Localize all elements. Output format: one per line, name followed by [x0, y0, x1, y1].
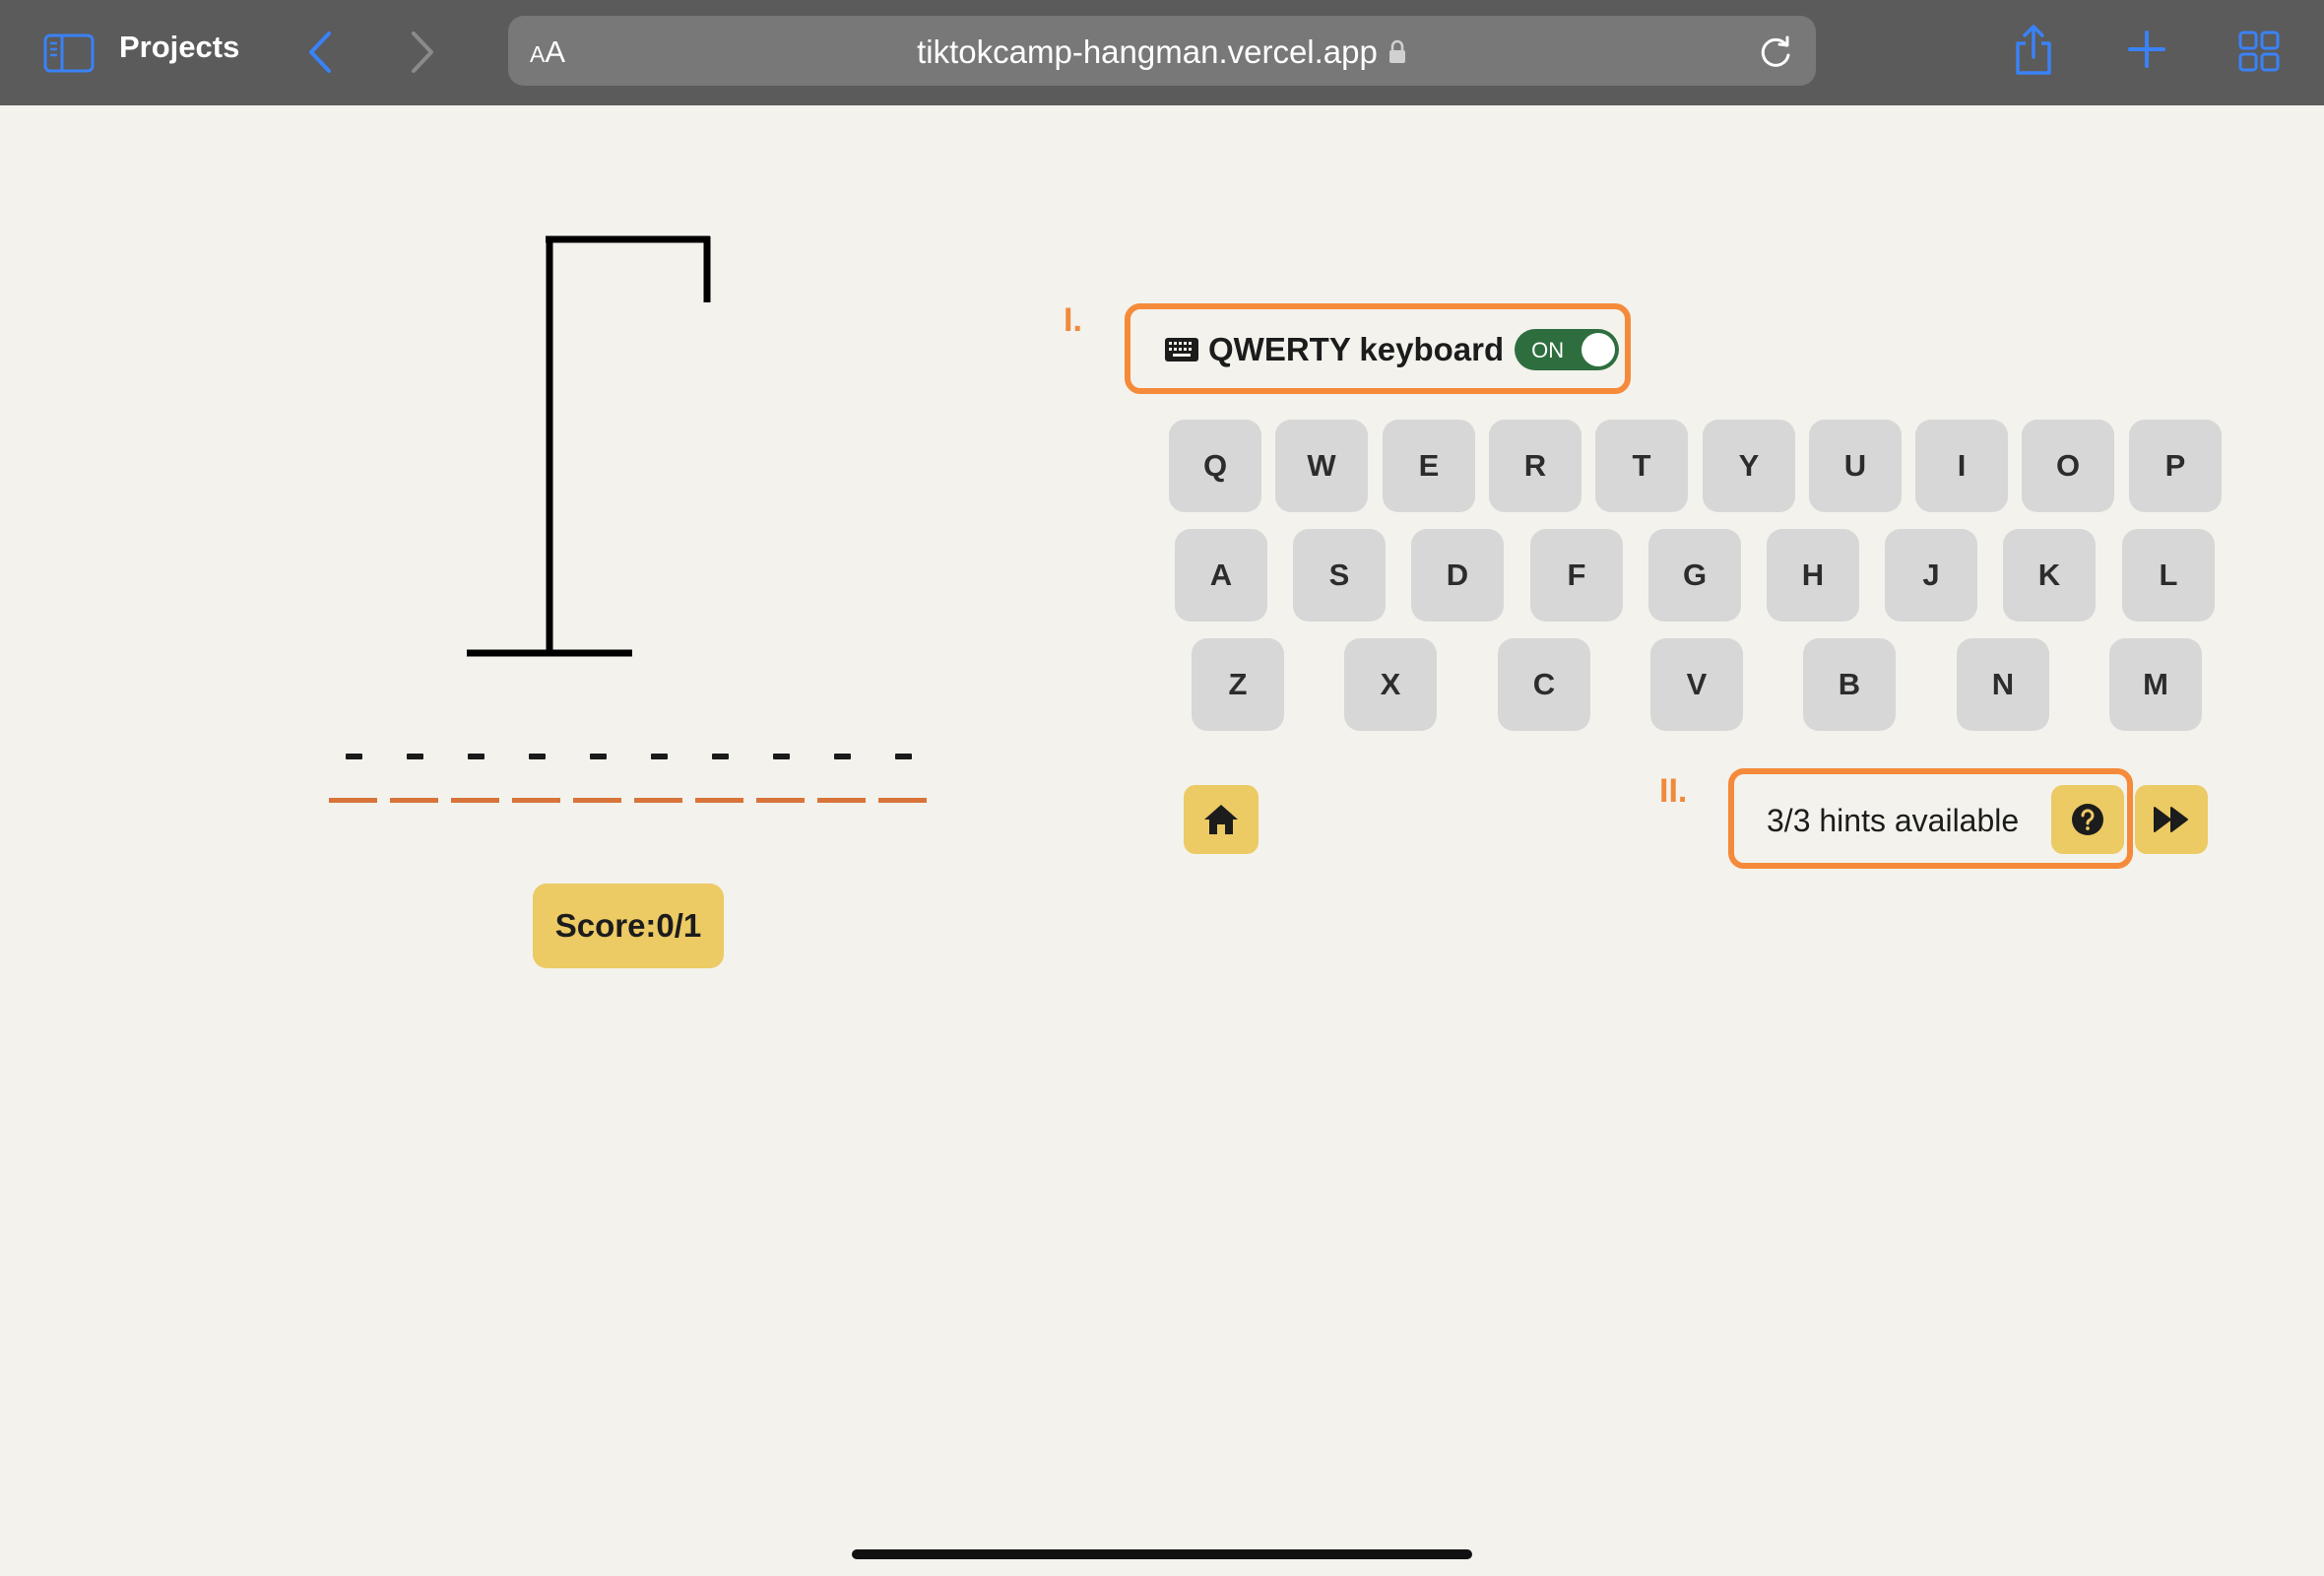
slot-underline	[390, 798, 438, 803]
key-f[interactable]: F	[1530, 529, 1623, 622]
key-c[interactable]: C	[1498, 638, 1590, 731]
toggle-knob	[1582, 333, 1616, 366]
key-a[interactable]: A	[1175, 529, 1267, 622]
hangman-gallows	[453, 227, 710, 660]
letter-slot	[451, 729, 499, 808]
slot-dash	[468, 754, 484, 759]
slot-dash	[834, 754, 851, 759]
key-x[interactable]: X	[1344, 638, 1437, 731]
letter-slot	[512, 729, 560, 808]
keyboard-icon	[1165, 338, 1198, 361]
url-field[interactable]: tiktokcamp-hangman.vercel.app	[508, 33, 1816, 71]
key-i[interactable]: I	[1915, 420, 2008, 512]
letter-slot	[573, 729, 621, 808]
annotation-marker-2: II.	[1659, 772, 1688, 810]
slot-underline	[329, 798, 377, 803]
letter-slot	[390, 729, 438, 808]
slot-underline	[817, 798, 866, 803]
slot-dash	[773, 754, 790, 759]
slot-dash	[651, 754, 668, 759]
key-d[interactable]: D	[1411, 529, 1504, 622]
key-m[interactable]: M	[2109, 638, 2202, 731]
key-w[interactable]: W	[1275, 420, 1368, 512]
toggle-state-label: ON	[1531, 338, 1565, 362]
slot-underline	[451, 798, 499, 803]
tab-overview-icon[interactable]	[2238, 31, 2280, 72]
key-h[interactable]: H	[1767, 529, 1859, 622]
letter-slot	[817, 729, 866, 808]
key-r[interactable]: R	[1489, 420, 1582, 512]
question-icon	[2072, 804, 2103, 835]
key-e[interactable]: E	[1383, 420, 1475, 512]
back-arrow-icon[interactable]	[305, 30, 335, 75]
keyboard-toggle-row: QWERTY keyboard ON	[1164, 329, 1620, 370]
forward-arrow-icon[interactable]	[408, 30, 437, 75]
skip-word-button[interactable]	[2135, 785, 2208, 854]
letter-slot	[634, 729, 682, 808]
letter-slot	[878, 729, 927, 808]
share-icon[interactable]	[2013, 24, 2054, 77]
new-tab-plus-icon[interactable]	[2127, 30, 2166, 69]
key-s[interactable]: S	[1293, 529, 1386, 622]
key-k[interactable]: K	[2003, 529, 2096, 622]
key-o[interactable]: O	[2022, 420, 2114, 512]
slot-underline	[573, 798, 621, 803]
slot-dash	[895, 754, 912, 759]
hint-button[interactable]	[2051, 785, 2124, 854]
key-t[interactable]: T	[1595, 420, 1688, 512]
home-button[interactable]	[1184, 785, 1259, 854]
annotation-marker-1: I.	[1064, 301, 1082, 339]
lock-icon	[1388, 35, 1407, 63]
slot-dash	[346, 754, 362, 759]
qwerty-toggle-switch[interactable]: ON	[1515, 329, 1620, 370]
key-y[interactable]: Y	[1703, 420, 1795, 512]
slot-dash	[712, 754, 729, 759]
letter-slot	[756, 729, 805, 808]
key-q[interactable]: Q	[1169, 420, 1261, 512]
slot-underline	[878, 798, 927, 803]
key-n[interactable]: N	[1957, 638, 2049, 731]
key-u[interactable]: U	[1809, 420, 1902, 512]
key-l[interactable]: L	[2122, 529, 2215, 622]
slot-underline	[634, 798, 682, 803]
keyboard-toggle-label: QWERTY keyboard	[1208, 331, 1505, 367]
key-z[interactable]: Z	[1192, 638, 1284, 731]
url-text: tiktokcamp-hangman.vercel.app	[917, 33, 1378, 70]
home-icon	[1204, 805, 1238, 834]
key-b[interactable]: B	[1803, 638, 1896, 731]
key-v[interactable]: V	[1650, 638, 1743, 731]
address-bar[interactable]: AA tiktokcamp-hangman.vercel.app	[508, 16, 1816, 86]
key-p[interactable]: P	[2129, 420, 2222, 512]
slot-dash	[529, 754, 546, 759]
slot-underline	[756, 798, 805, 803]
slot-underline	[512, 798, 560, 803]
slot-dash	[590, 754, 607, 759]
slot-underline	[695, 798, 743, 803]
key-g[interactable]: G	[1648, 529, 1741, 622]
letter-slot	[695, 729, 743, 808]
reload-icon[interactable]	[1757, 33, 1794, 71]
browser-toolbar: Projects AA tiktokcamp-hangman.vercel.ap…	[0, 0, 2324, 105]
home-indicator-bar	[852, 1549, 1472, 1559]
hints-available-text: 3/3 hints available	[1767, 803, 2020, 838]
letter-slot	[329, 729, 377, 808]
tab-group-label[interactable]: Projects	[119, 30, 239, 65]
key-j[interactable]: J	[1885, 529, 1977, 622]
score-display: Score:0/1	[533, 884, 724, 968]
sidebar-toggle-icon[interactable]	[43, 33, 95, 73]
slot-dash	[407, 754, 423, 759]
fast-forward-icon	[2154, 807, 2188, 832]
